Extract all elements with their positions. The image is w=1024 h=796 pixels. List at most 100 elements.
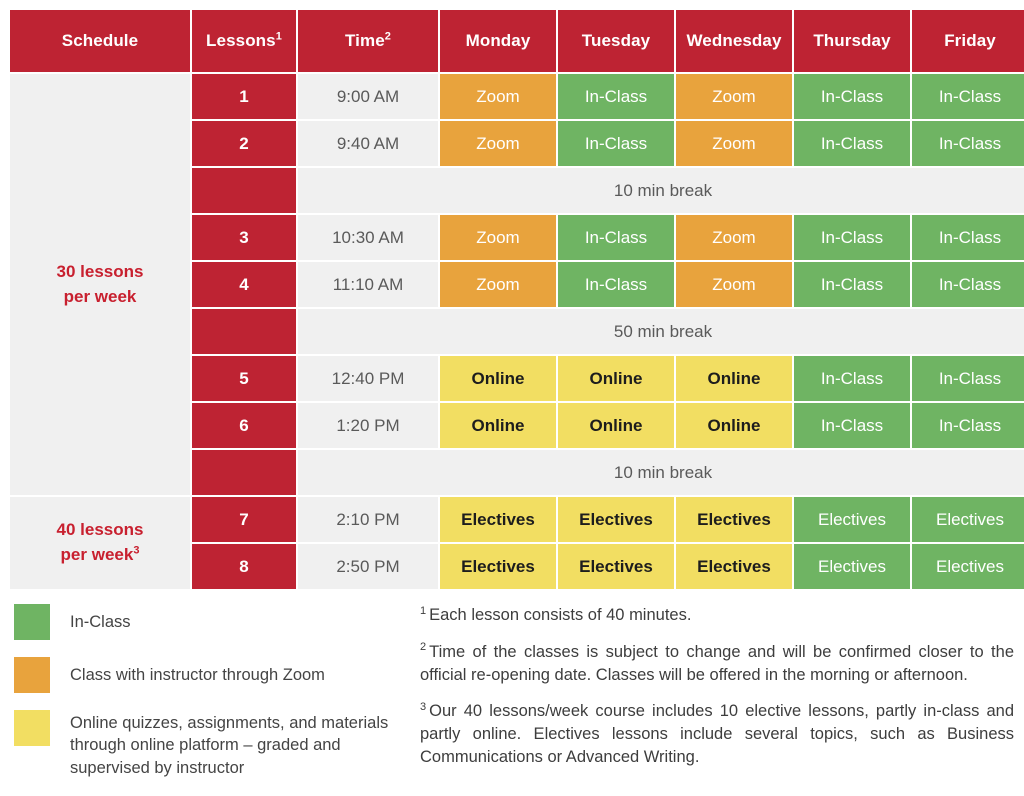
header-label-schedule: Schedule bbox=[61, 31, 139, 50]
legend-item-label: Online quizzes, assignments, and materia… bbox=[70, 714, 389, 777]
legend-color-swatch-yellow bbox=[14, 710, 50, 746]
activity-cell: Electives bbox=[794, 497, 910, 542]
activity-cell: Electives bbox=[676, 497, 792, 542]
lesson-time-cell: 1:20 PM bbox=[298, 403, 438, 448]
activity-cell: Electives bbox=[558, 544, 674, 589]
lesson-time-cell: 9:40 AM bbox=[298, 121, 438, 166]
lesson-time-cell: 10:30 AM bbox=[298, 215, 438, 260]
lesson-number-cell-empty bbox=[192, 309, 296, 354]
footnote-marker: 2 bbox=[420, 641, 427, 654]
activity-cell: In-Class bbox=[794, 74, 910, 119]
activity-cell: Zoom bbox=[440, 121, 556, 166]
group-label-line-2: per week bbox=[63, 286, 137, 306]
activity-cell: Electives bbox=[440, 497, 556, 542]
table-header: Schedule Lessons1 Time2 Monday Tuesday W… bbox=[10, 10, 1024, 72]
lesson-number-cell-empty bbox=[192, 450, 296, 495]
column-header-friday: Friday bbox=[912, 10, 1024, 72]
column-header-lessons: Lessons1 bbox=[192, 10, 296, 72]
activity-cell: Electives bbox=[676, 544, 792, 589]
activity-cell: In-Class bbox=[794, 262, 910, 307]
column-header-monday: Monday bbox=[440, 10, 556, 72]
activity-cell: Zoom bbox=[440, 215, 556, 260]
legend-item: Class with instructor through Zoom bbox=[14, 657, 414, 693]
activity-cell: In-Class bbox=[912, 262, 1024, 307]
activity-cell: In-Class bbox=[794, 403, 910, 448]
activity-cell: In-Class bbox=[794, 356, 910, 401]
group-label-line-2: per week3 bbox=[60, 544, 140, 564]
lesson-number-cell: 4 bbox=[192, 262, 296, 307]
column-header-tuesday: Tuesday bbox=[558, 10, 674, 72]
header-label-lessons: Lessons bbox=[206, 31, 276, 50]
column-header-wednesday: Wednesday bbox=[676, 10, 792, 72]
legend: In-Class Class with instructor through Zo… bbox=[14, 604, 414, 796]
group-label-line-1: 30 lessons bbox=[56, 261, 144, 281]
footnote-text: Our 40 lessons/week course includes 10 e… bbox=[420, 702, 1014, 766]
activity-cell: Electives bbox=[912, 497, 1024, 542]
activity-cell: In-Class bbox=[912, 403, 1024, 448]
lesson-number-cell: 5 bbox=[192, 356, 296, 401]
activity-cell: In-Class bbox=[912, 74, 1024, 119]
footnote-text: Each lesson consists of 40 minutes. bbox=[429, 606, 692, 624]
lesson-time-cell: 2:50 PM bbox=[298, 544, 438, 589]
class-schedule-table: Schedule Lessons1 Time2 Monday Tuesday W… bbox=[8, 8, 1024, 591]
legend-item: In-Class bbox=[14, 604, 414, 640]
lesson-time-cell: 2:10 PM bbox=[298, 497, 438, 542]
activity-cell: In-Class bbox=[558, 121, 674, 166]
bottom-section: In-Class Class with instructor through Zo… bbox=[0, 596, 1024, 784]
lesson-number-cell: 1 bbox=[192, 74, 296, 119]
break-label: 10 min break bbox=[298, 168, 1024, 213]
activity-cell: In-Class bbox=[912, 215, 1024, 260]
header-footnote-marker-time: 2 bbox=[384, 30, 391, 43]
footnote-text: Time of the classes is subject to change… bbox=[420, 642, 1014, 684]
activity-cell: In-Class bbox=[794, 215, 910, 260]
table-body: 30 lessons per week 1 9:00 AM Zoom In-Class Zo… bbox=[10, 74, 1024, 589]
legend-item-label: Class with instructor through Zoom bbox=[70, 666, 325, 684]
footnote-3: 3 Our 40 lessons/week course includes 10 … bbox=[420, 700, 1014, 768]
lesson-row: 30 lessons per week 1 9:00 AM Zoom In-Class Zo… bbox=[10, 74, 1024, 495]
activity-cell: Zoom bbox=[440, 262, 556, 307]
activity-cell: Online bbox=[440, 403, 556, 448]
activity-cell: Zoom bbox=[440, 74, 556, 119]
footnote-marker: 1 bbox=[420, 604, 427, 617]
activity-cell: Zoom bbox=[676, 74, 792, 119]
activity-cell: Electives bbox=[558, 497, 674, 542]
activity-cell: In-Class bbox=[794, 121, 910, 166]
activity-cell: Zoom bbox=[676, 121, 792, 166]
column-header-thursday: Thursday bbox=[794, 10, 910, 72]
lesson-number-cell: 7 bbox=[192, 497, 296, 542]
lesson-number-cell: 8 bbox=[192, 544, 296, 589]
activity-cell: In-Class bbox=[558, 74, 674, 119]
schedule-table-container: Schedule Lessons1 Time2 Monday Tuesday W… bbox=[8, 8, 1024, 591]
break-label: 10 min break bbox=[298, 450, 1024, 495]
activity-cell: Online bbox=[558, 356, 674, 401]
activity-cell: Online bbox=[558, 403, 674, 448]
lesson-number-cell: 6 bbox=[192, 403, 296, 448]
legend-color-swatch-orange bbox=[14, 657, 50, 693]
activity-cell: Electives bbox=[794, 544, 910, 589]
activity-cell: Zoom bbox=[676, 262, 792, 307]
break-label: 50 min break bbox=[298, 309, 1024, 354]
lesson-number-cell-empty bbox=[192, 168, 296, 213]
header-label-time: Time bbox=[345, 31, 385, 50]
activity-cell: In-Class bbox=[558, 215, 674, 260]
lesson-time-cell: 12:40 PM bbox=[298, 356, 438, 401]
activity-cell: In-Class bbox=[912, 121, 1024, 166]
legend-color-swatch-green bbox=[14, 604, 50, 640]
lesson-time-cell: 9:00 AM bbox=[298, 74, 438, 119]
activity-cell: In-Class bbox=[558, 262, 674, 307]
footnote-marker: 3 bbox=[420, 700, 427, 713]
activity-cell: Online bbox=[440, 356, 556, 401]
header-row: Schedule Lessons1 Time2 Monday Tuesday W… bbox=[10, 10, 1024, 72]
footnote-2: 2 Time of the classes is subject to chang… bbox=[420, 641, 1014, 687]
legend-item: Online quizzes, assignments, and materia… bbox=[14, 710, 414, 779]
column-header-time: Time2 bbox=[298, 10, 438, 72]
activity-cell: Zoom bbox=[676, 215, 792, 260]
header-footnote-marker-lessons: 1 bbox=[275, 30, 282, 43]
column-header-schedule: Schedule bbox=[10, 10, 190, 72]
lesson-time-cell: 11:10 AM bbox=[298, 262, 438, 307]
lesson-number-cell: 2 bbox=[192, 121, 296, 166]
schedule-group-label-30-lessons: 30 lessons per week bbox=[10, 74, 190, 495]
lesson-number-cell: 3 bbox=[192, 215, 296, 260]
schedule-group-label-40-lessons: 40 lessons per week3 bbox=[10, 497, 190, 589]
footnote-1: 1 Each lesson consists of 40 minutes. bbox=[420, 604, 1014, 627]
